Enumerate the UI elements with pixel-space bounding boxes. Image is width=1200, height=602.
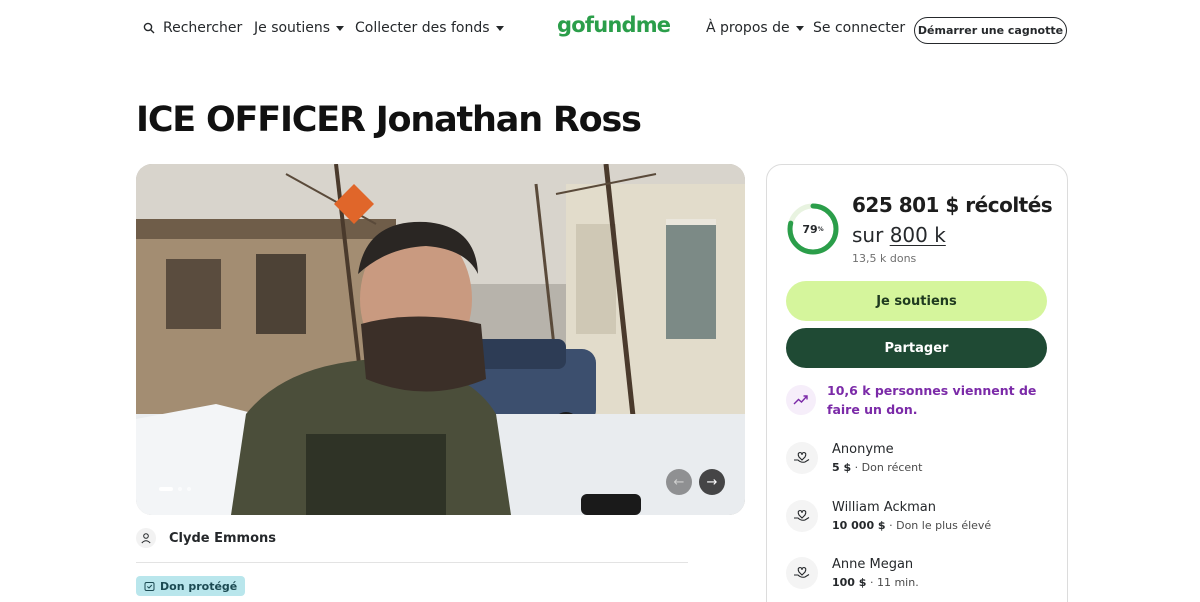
- about-menu[interactable]: À propos de: [706, 20, 804, 36]
- caret-down-icon: [495, 25, 504, 31]
- fundraise-menu-label: Collecter des fonds: [355, 20, 490, 36]
- donation-detail: Don récent: [861, 461, 923, 474]
- top-navigation: Rechercher Je soutiens Collecter des fon…: [0, 0, 1200, 62]
- login-link[interactable]: Se connecter: [813, 20, 905, 36]
- start-fundraiser-button[interactable]: Démarrer une cagnotte: [914, 17, 1067, 44]
- goal-amount[interactable]: 800 k: [890, 223, 946, 247]
- divider: [136, 562, 688, 563]
- gofundme-logo[interactable]: gofundme: [557, 13, 671, 37]
- donation-meta: 10 000 $ · Don le plus élevé: [832, 519, 992, 532]
- share-button[interactable]: Partager: [786, 328, 1047, 368]
- donor-name: William Ackman: [832, 500, 936, 515]
- goal-line: sur 800 k: [852, 223, 946, 247]
- user-icon: [136, 528, 156, 548]
- carousel-dot[interactable]: [178, 487, 182, 491]
- heart-hand-icon: [786, 500, 818, 532]
- support-button[interactable]: Je soutiens: [786, 281, 1047, 321]
- page-title: ICE OFFICER Jonathan Ross: [136, 100, 642, 140]
- donation-meta: 100 $ · 11 min.: [832, 576, 919, 589]
- campaign-photo[interactable]: [136, 164, 745, 515]
- caret-down-icon: [336, 25, 345, 31]
- protected-donation-badge[interactable]: Don protégé: [136, 576, 246, 596]
- carousel-prev-button[interactable]: ←: [666, 469, 692, 495]
- protected-label: Don protégé: [160, 579, 238, 593]
- donor-name: Anne Megan: [832, 557, 914, 572]
- fundraise-menu[interactable]: Collecter des fonds: [355, 20, 504, 36]
- caret-down-icon: [795, 25, 804, 31]
- about-menu-label: À propos de: [706, 20, 790, 36]
- login-label: Se connecter: [813, 20, 906, 36]
- donation-amount: 10 000 $: [832, 519, 886, 532]
- recent-donors-notice: 10,6 k personnes viennent de faire un do…: [827, 383, 1037, 417]
- donation-detail: 11 min.: [876, 576, 919, 589]
- amount-raised: 625 801 $ récoltés: [852, 193, 1053, 217]
- donation-item: William Ackman 10 000 $ · Don le plus él…: [786, 499, 991, 534]
- arrow-right-icon: →: [706, 474, 718, 490]
- donation-amount: 5 $: [832, 461, 852, 474]
- trending-up-icon: [786, 385, 816, 415]
- search-icon: [143, 22, 155, 34]
- shield-icon: [144, 581, 155, 591]
- donation-meta: 5 $ · Don récent: [832, 461, 923, 474]
- search-label: Rechercher: [163, 20, 243, 36]
- goal-prefix: sur: [852, 223, 884, 247]
- organizer[interactable]: Clyde Emmons: [136, 528, 276, 548]
- search-link[interactable]: Rechercher: [143, 20, 242, 36]
- heart-hand-icon: [786, 557, 818, 589]
- progress-percent: 79%: [786, 202, 840, 256]
- donation-item: Anonyme 5 $ · Don récent: [786, 441, 922, 476]
- donation-item: Anne Megan 100 $ · 11 min.: [786, 556, 919, 591]
- carousel-dot[interactable]: [187, 487, 191, 491]
- carousel-dot-active[interactable]: [159, 487, 173, 491]
- donation-detail: Don le plus élevé: [896, 519, 992, 532]
- donor-name: Anonyme: [832, 442, 894, 457]
- progress-percent-value: 79: [802, 222, 818, 236]
- donation-count: 13,5 k dons: [852, 252, 917, 265]
- carousel-indicators: [159, 487, 191, 491]
- heart-hand-icon: [786, 442, 818, 474]
- progress-percent-sign: %: [817, 225, 824, 233]
- arrow-left-icon: ←: [673, 474, 685, 490]
- support-menu[interactable]: Je soutiens: [254, 20, 345, 36]
- support-menu-label: Je soutiens: [254, 20, 331, 36]
- donation-amount: 100 $: [832, 576, 867, 589]
- carousel-next-button[interactable]: →: [699, 469, 725, 495]
- organizer-name: Clyde Emmons: [169, 530, 277, 546]
